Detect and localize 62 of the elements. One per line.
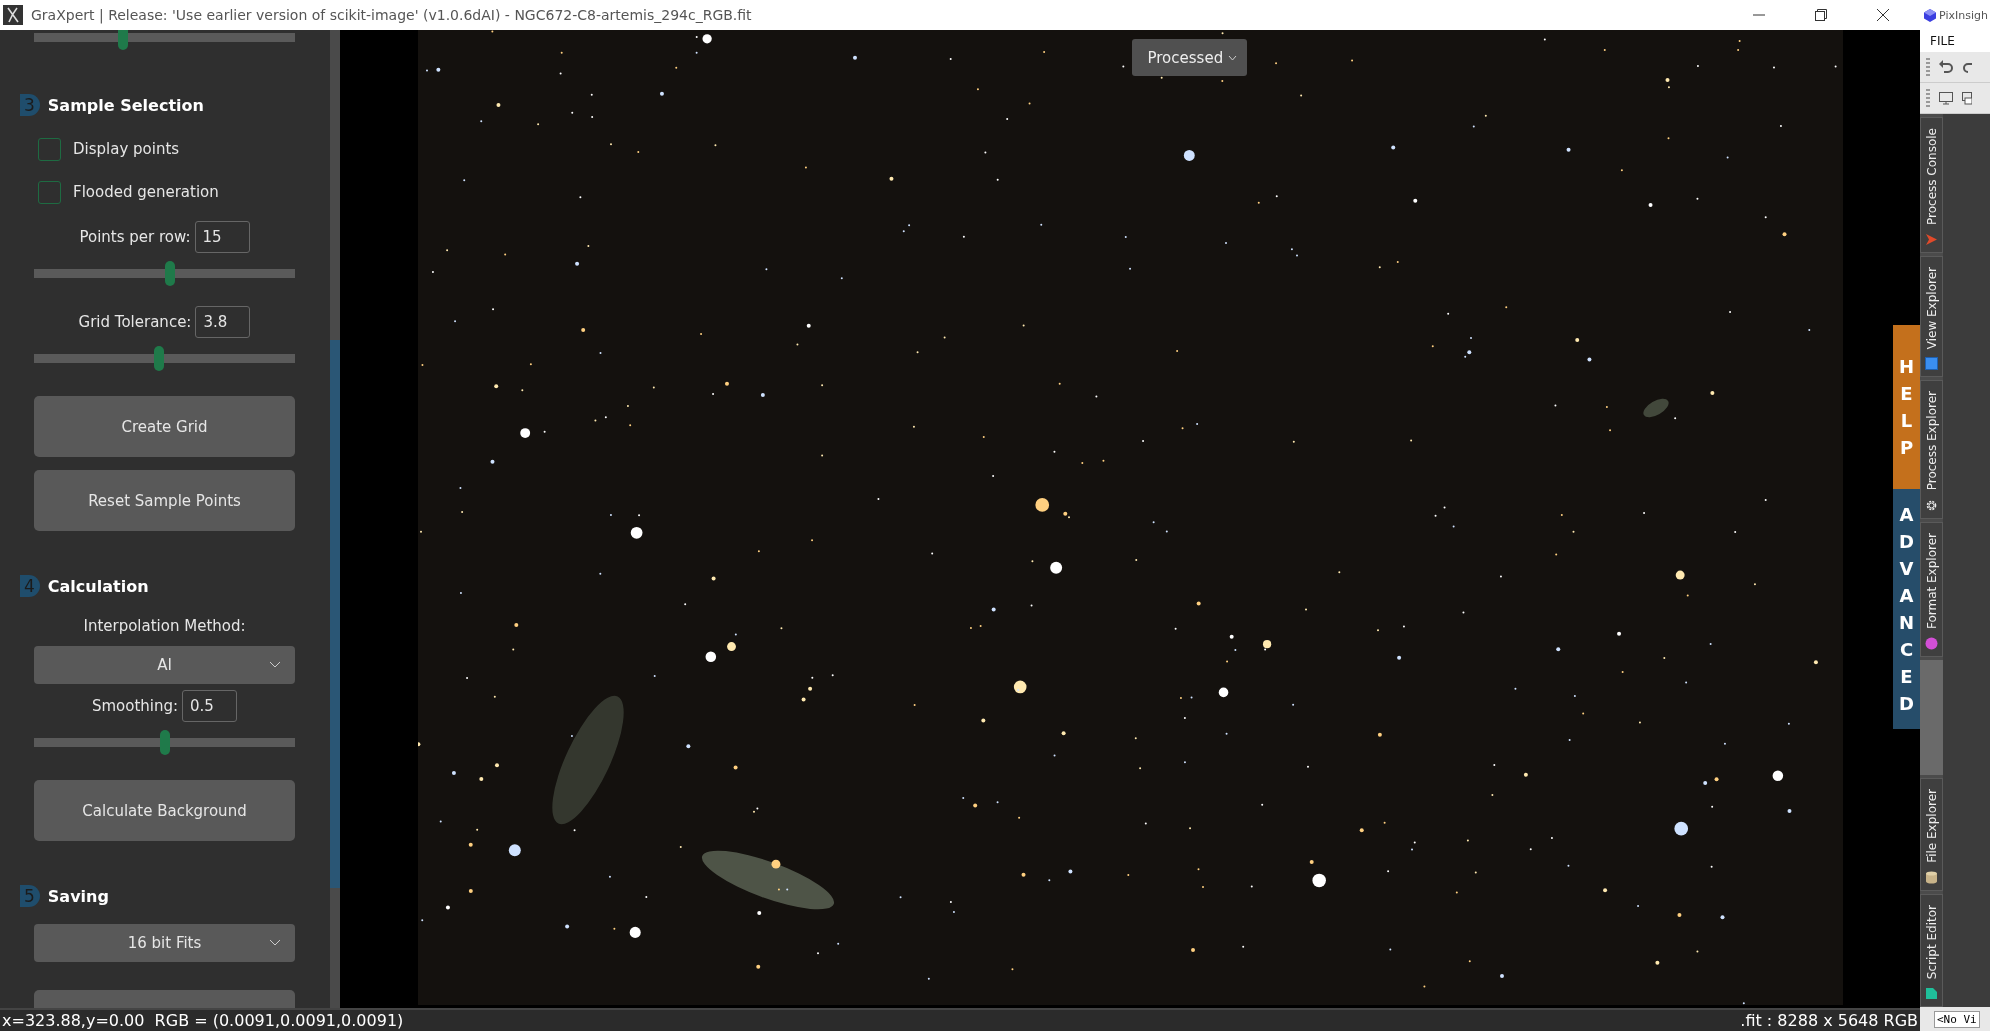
- circle-icon: [1925, 636, 1938, 650]
- scrollbar[interactable]: [330, 30, 340, 1008]
- action-button[interactable]: Create Grid: [34, 396, 295, 457]
- restore-icon[interactable]: [1814, 8, 1828, 22]
- cube-icon: [1924, 8, 1936, 22]
- slider[interactable]: [34, 346, 295, 371]
- checkbox-label: Flooded generation: [73, 183, 219, 201]
- dock-tab[interactable]: Format Explorer: [1920, 521, 1943, 657]
- step-number: 5: [20, 885, 40, 907]
- step-number: 4: [20, 575, 40, 597]
- display-mode-dropdown[interactable]: Processed: [1131, 39, 1248, 76]
- view-selector-field[interactable]: <No Vi: [1934, 1010, 1980, 1028]
- window-title: GraXpert | Release: 'Use earlier version of scikit-image' (v1.0.6dAI) - NGC672-C8-artemis_294c_RGB.fit: [31, 7, 752, 23]
- undo-icon[interactable]: [1938, 59, 1954, 75]
- chevron-icon: [269, 661, 281, 669]
- number-field[interactable]: 0.5: [182, 690, 238, 722]
- close-icon[interactable]: [1876, 8, 1890, 22]
- scrollbar-thumb[interactable]: [330, 340, 340, 888]
- action-button[interactable]: Reset Sample Points: [34, 470, 295, 531]
- slider[interactable]: [34, 30, 295, 50]
- app-logo-icon: [3, 5, 23, 25]
- app-title: PixInsigh: [1939, 8, 1988, 22]
- dropdown[interactable]: 16 bit Fits: [34, 924, 295, 962]
- slider-thumb[interactable]: [164, 261, 175, 286]
- action-button[interactable]: Calculate Background: [34, 780, 295, 841]
- field-label: Smoothing:: [91, 697, 179, 715]
- chevron-icon: [1228, 54, 1238, 61]
- checkbox[interactable]: [38, 137, 61, 161]
- checkbox-label: Display points: [73, 140, 180, 158]
- cylinder-icon: [1925, 870, 1938, 884]
- triangle-icon: [1925, 233, 1938, 246]
- slider-thumb[interactable]: [154, 346, 165, 371]
- monitor-icon[interactable]: [1938, 90, 1954, 106]
- windows-icon[interactable]: [1962, 90, 1972, 106]
- side-tab[interactable]: ADVANCED: [1893, 489, 1920, 729]
- chevron-icon: [269, 939, 281, 947]
- slider-thumb[interactable]: [159, 730, 170, 755]
- slider[interactable]: [34, 730, 295, 755]
- number-field[interactable]: 15: [194, 221, 250, 253]
- step-number: 3: [20, 94, 40, 116]
- dock-tab[interactable]: View Explorer: [1920, 256, 1943, 378]
- field-label: Interpolation Method:: [82, 617, 247, 635]
- slider-thumb[interactable]: [117, 30, 128, 50]
- square-icon: [1925, 357, 1938, 371]
- number-field[interactable]: 3.8: [195, 306, 251, 338]
- section-title: Saving: [47, 886, 109, 906]
- dock-tab[interactable]: Process Console: [1920, 117, 1943, 253]
- cursor-readout: x=323.88,y=0.00 RGB = (0.0091,0.0091,0.0091): [2, 1011, 404, 1030]
- section-title: Calculation: [47, 576, 149, 596]
- slider[interactable]: [34, 261, 295, 286]
- section-title: Sample Selection: [47, 95, 204, 115]
- image-info: .fit : 8288 x 5648 RGB: [1740, 1011, 1918, 1030]
- document-icon: [1925, 987, 1938, 1000]
- dropdown[interactable]: AI: [34, 646, 295, 684]
- dock-tab[interactable]: Process Explorer: [1920, 380, 1943, 519]
- side-tab[interactable]: HELP: [1893, 325, 1920, 489]
- dock-tab[interactable]: File Explorer: [1920, 778, 1943, 891]
- field-label: Grid Tolerance:: [78, 313, 192, 331]
- dock-tab[interactable]: Script Editor: [1920, 893, 1943, 1007]
- checkbox[interactable]: [38, 180, 61, 204]
- gear-icon: [1925, 498, 1938, 512]
- field-label: Points per row:: [79, 228, 191, 246]
